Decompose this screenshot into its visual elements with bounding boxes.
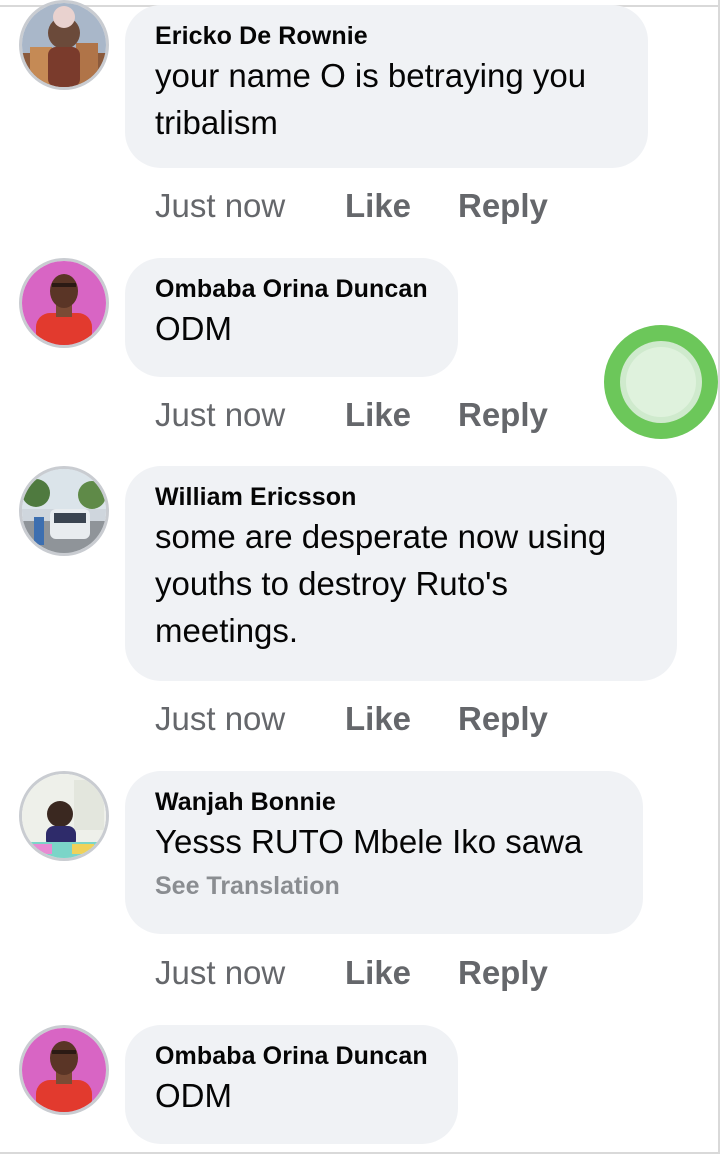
avatar[interactable]	[19, 0, 109, 90]
touch-indicator	[604, 325, 718, 439]
person-with-building-avatar-icon	[22, 3, 106, 87]
bottom-divider	[0, 1152, 720, 1159]
touch-indicator-core	[626, 347, 696, 417]
comment-bubble: Ombaba Orina Duncan ODM	[125, 258, 458, 377]
reply-button[interactable]: Reply	[458, 953, 548, 993]
comment-text-line: meetings.	[155, 612, 299, 649]
avatar[interactable]	[19, 771, 109, 861]
comment-bubble: Ericko De Rownie your name O is betrayin…	[125, 5, 648, 168]
comment-bubble: William Ericsson some are desperate now …	[125, 466, 677, 681]
street-scene-avatar-icon	[22, 469, 106, 553]
woman-portrait-avatar-icon	[22, 774, 106, 858]
author-name[interactable]: Ericko De Rownie	[155, 20, 618, 52]
author-name[interactable]: William Ericsson	[155, 481, 647, 513]
comment-bubble: Ombaba Orina Duncan ODM	[125, 1025, 458, 1144]
like-button[interactable]: Like	[345, 699, 411, 739]
reply-button[interactable]: Reply	[458, 395, 548, 435]
avatar[interactable]	[19, 1025, 109, 1115]
avatar[interactable]	[19, 466, 109, 556]
person-red-shirt-avatar-icon	[22, 261, 106, 345]
timestamp: Just now	[155, 954, 286, 991]
timestamp: Just now	[155, 187, 286, 224]
comment-bubble: Wanjah Bonnie Yesss RUTO Mbele Iko sawa …	[125, 771, 643, 934]
comment-text-line: ODM	[155, 1077, 232, 1114]
comment-text-line: youths to destroy Ruto's	[155, 565, 508, 602]
like-button[interactable]: Like	[345, 186, 411, 226]
avatar[interactable]	[19, 258, 109, 348]
like-button[interactable]: Like	[345, 953, 411, 993]
comment-text-line: ODM	[155, 310, 232, 347]
author-name[interactable]: Ombaba Orina Duncan	[155, 1040, 428, 1072]
person-red-shirt-avatar-icon	[22, 1028, 106, 1112]
timestamp: Just now	[155, 396, 286, 433]
comment-text-line: tribalism	[155, 104, 278, 141]
like-button[interactable]: Like	[345, 395, 411, 435]
author-name[interactable]: Wanjah Bonnie	[155, 786, 613, 818]
reply-button[interactable]: Reply	[458, 186, 548, 226]
author-name[interactable]: Ombaba Orina Duncan	[155, 273, 428, 305]
comment-text-line: your name O is betraying you	[155, 57, 587, 94]
see-translation-link[interactable]: See Translation	[155, 869, 613, 903]
timestamp: Just now	[155, 700, 286, 737]
reply-button[interactable]: Reply	[458, 699, 548, 739]
comment-text-line: Yesss RUTO Mbele Iko sawa	[155, 823, 583, 860]
touch-indicator-ring	[620, 341, 702, 423]
comment-text-line: some are desperate now using	[155, 518, 607, 555]
